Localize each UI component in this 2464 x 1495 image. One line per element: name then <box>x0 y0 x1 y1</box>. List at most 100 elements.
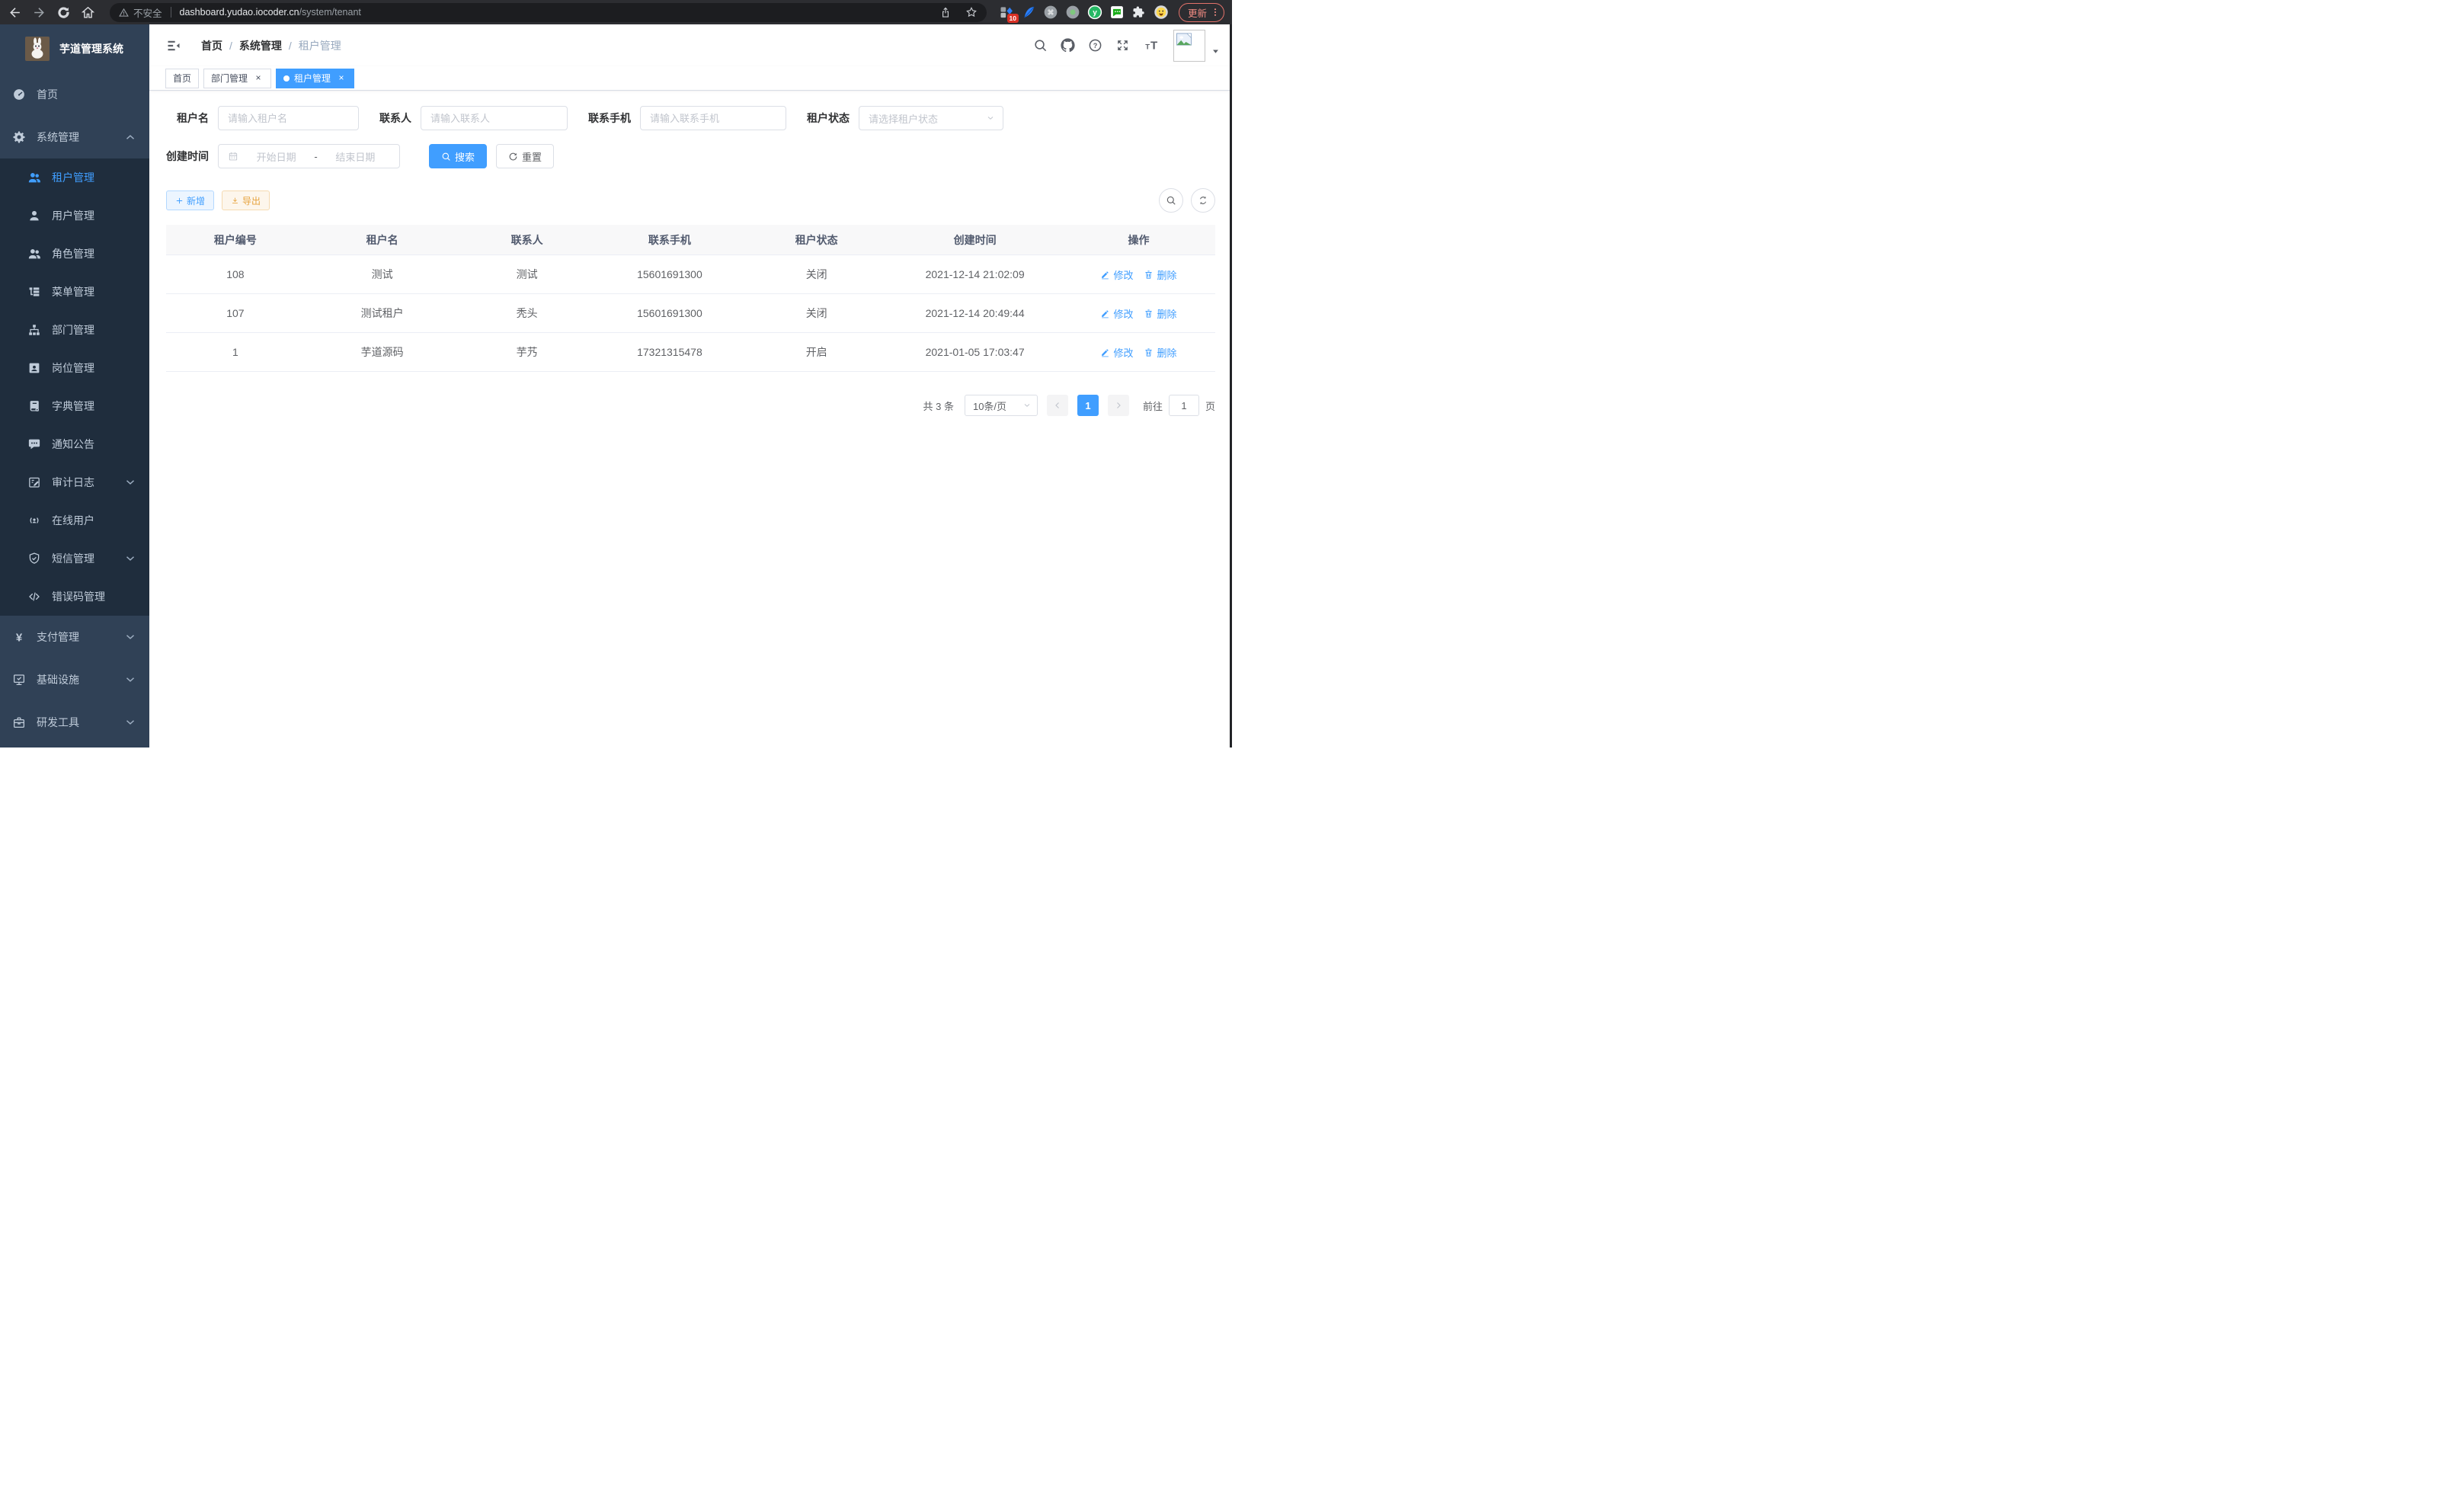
tab-2[interactable]: 租户管理× <box>276 69 354 88</box>
cell-tenant-name: 芋道源码 <box>305 333 460 372</box>
delete-link[interactable]: 删除 <box>1144 306 1176 321</box>
browser-forward-icon[interactable] <box>32 5 46 20</box>
status-label: 租户状态 <box>807 110 850 126</box>
emoji-profile-icon[interactable] <box>1154 5 1169 20</box>
browser-reload-icon[interactable] <box>56 5 71 20</box>
browser-home-icon[interactable] <box>81 5 95 20</box>
refresh-table-button[interactable] <box>1191 188 1215 213</box>
delete-icon <box>1144 347 1154 357</box>
navbar: 首页 / 系统管理 / 租户管理 ? TT <box>149 24 1232 66</box>
sidebar-item-9[interactable]: 通知公告 <box>0 425 149 463</box>
status-select[interactable]: 请选择租户状态 <box>859 106 1003 130</box>
dict-icon <box>27 399 41 413</box>
date-start-placeholder[interactable]: 开始日期 <box>240 149 312 164</box>
edit-link[interactable]: 修改 <box>1100 267 1133 282</box>
sidebar-item-6[interactable]: 部门管理 <box>0 311 149 349</box>
github-icon[interactable] <box>1061 38 1075 53</box>
sidebar-item-10[interactable]: 审计日志 <box>0 463 149 501</box>
avatar[interactable] <box>1173 30 1205 62</box>
share-icon[interactable] <box>939 6 952 18</box>
delete-link[interactable]: 删除 <box>1144 267 1176 282</box>
browser-back-icon[interactable] <box>8 5 22 20</box>
sidebar-item-3[interactable]: 用户管理 <box>0 197 149 235</box>
kite-extension-icon[interactable] <box>1021 5 1036 20</box>
edit-link[interactable]: 修改 <box>1100 306 1133 321</box>
sidebar-item-0[interactable]: 首页 <box>0 73 149 116</box>
goto-page-input[interactable] <box>1169 395 1199 416</box>
cell-status: 关闭 <box>745 294 888 333</box>
command-extension-icon[interactable]: ⌘ <box>1043 5 1058 20</box>
extensions-bar: 10 ⌘ y <box>999 5 1169 20</box>
sidebar-item-14[interactable]: ¥支付管理 <box>0 616 149 658</box>
chat-extension-icon[interactable] <box>1109 5 1125 20</box>
chevron-right-icon <box>1114 401 1123 410</box>
chevron-down-icon <box>123 552 137 565</box>
toggle-search-button[interactable] <box>1159 188 1183 213</box>
sidebar-item-8[interactable]: 字典管理 <box>0 387 149 425</box>
filter-status: 租户状态 请选择租户状态 <box>807 106 1003 130</box>
chevron-down-icon <box>1022 401 1032 410</box>
date-range-picker[interactable]: 开始日期 - 结束日期 <box>218 144 400 168</box>
sidebar-item-label: 错误码管理 <box>52 589 139 604</box>
bookmark-star-icon[interactable] <box>965 6 978 18</box>
tab-0[interactable]: 首页 <box>165 69 199 88</box>
tab-1[interactable]: 部门管理× <box>203 69 271 88</box>
role-icon <box>27 247 41 261</box>
extension-badge-count: 10 <box>1007 14 1019 24</box>
date-end-placeholder[interactable]: 结束日期 <box>319 149 392 164</box>
sidebar-item-label: 角色管理 <box>52 246 139 261</box>
page-size-select[interactable]: 10条/页 <box>965 395 1038 416</box>
filter-contact: 联系人 <box>379 106 568 130</box>
font-size-icon[interactable]: TT <box>1143 38 1161 53</box>
rabbit-logo-icon <box>25 37 50 61</box>
header-search-icon[interactable] <box>1033 38 1048 53</box>
chevron-down-icon <box>986 114 995 123</box>
contact-input[interactable] <box>421 106 568 130</box>
chevron-down-icon[interactable] <box>1211 47 1220 56</box>
phone-input[interactable] <box>640 106 786 130</box>
delete-icon <box>1144 309 1154 319</box>
sidebar-item-1[interactable]: 系统管理 <box>0 116 149 158</box>
breadcrumb-system[interactable]: 系统管理 <box>239 38 282 53</box>
window-edge <box>1230 24 1232 748</box>
sidebar-item-15[interactable]: 基础设施 <box>0 658 149 701</box>
table-body: 108测试测试15601691300关闭2021-12-14 21:02:09修… <box>166 255 1215 372</box>
sidebar-item-12[interactable]: 短信管理 <box>0 539 149 578</box>
tenant-name-input[interactable] <box>218 106 359 130</box>
extension-badge-icon[interactable]: 10 <box>999 5 1014 20</box>
fullscreen-icon[interactable] <box>1115 38 1130 53</box>
browser-menu-icon[interactable] <box>1210 6 1221 18</box>
sidebar-item-11[interactable]: 在线用户 <box>0 501 149 539</box>
delete-link[interactable]: 删除 <box>1144 345 1176 360</box>
prev-page-button[interactable] <box>1047 395 1068 416</box>
hamburger-icon[interactable] <box>166 38 181 53</box>
svg-text:T: T <box>1150 39 1158 52</box>
edit-link[interactable]: 修改 <box>1100 345 1133 360</box>
yuque-extension-icon[interactable]: y <box>1087 5 1102 20</box>
sidebar-logo[interactable]: 芋道管理系统 <box>0 24 149 73</box>
address-bar[interactable]: 不安全 dashboard.yudao.iocoder.cn /system/t… <box>110 3 987 22</box>
recorder-extension-icon[interactable] <box>1065 5 1080 20</box>
close-icon[interactable]: × <box>336 73 347 84</box>
sidebar-item-4[interactable]: 角色管理 <box>0 235 149 273</box>
search-button[interactable]: 搜索 <box>429 144 487 168</box>
sidebar-item-16[interactable]: 研发工具 <box>0 701 149 744</box>
cell-phone: 15601691300 <box>594 294 745 333</box>
sidebar-item-13[interactable]: 错误码管理 <box>0 578 149 616</box>
export-button[interactable]: 导出 <box>222 190 270 210</box>
close-icon[interactable]: × <box>253 73 264 84</box>
sidebar-item-7[interactable]: 岗位管理 <box>0 349 149 387</box>
sidebar-item-2[interactable]: 租户管理 <box>0 158 149 197</box>
sidebar-item-5[interactable]: 菜单管理 <box>0 273 149 311</box>
breadcrumb-home[interactable]: 首页 <box>201 38 222 53</box>
cell-tenant-id: 107 <box>166 294 305 333</box>
help-icon[interactable]: ? <box>1088 38 1102 53</box>
next-page-button[interactable] <box>1108 395 1129 416</box>
browser-update-button[interactable]: 更新 <box>1179 3 1224 22</box>
puzzle-extensions-icon[interactable] <box>1131 5 1147 20</box>
add-button[interactable]: 新增 <box>166 190 214 210</box>
total-count: 共 3 条 <box>923 399 954 413</box>
pagination: 共 3 条 10条/页 1 前往 页 <box>166 395 1215 416</box>
page-number-1[interactable]: 1 <box>1077 395 1099 416</box>
reset-button[interactable]: 重置 <box>496 144 554 168</box>
